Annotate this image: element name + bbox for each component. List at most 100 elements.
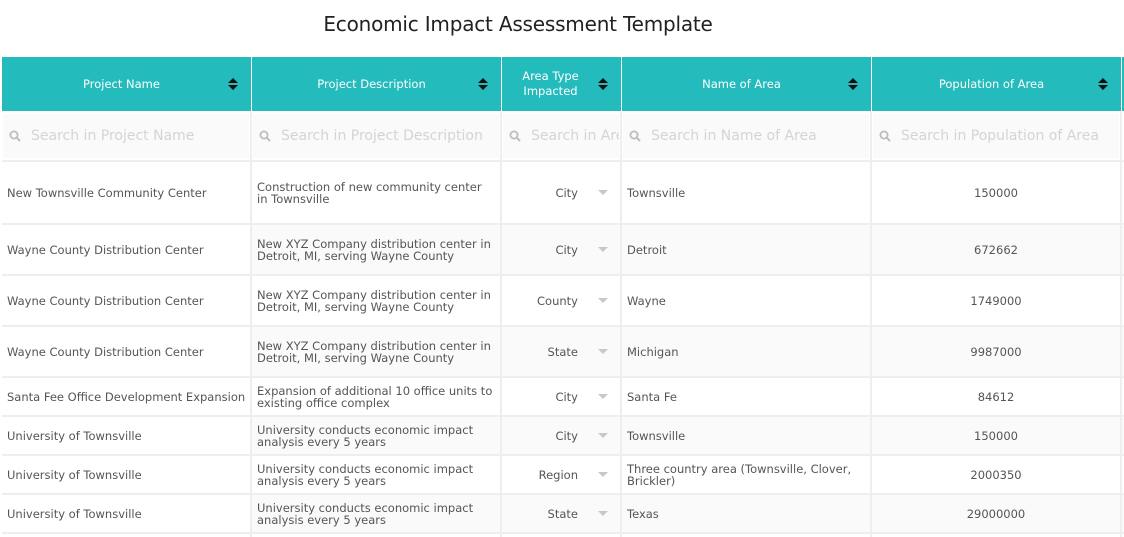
cell-area-name[interactable]: Texas — [622, 495, 872, 532]
cell-description[interactable]: New XYZ Company distribution center in D… — [252, 225, 502, 274]
search-icon — [629, 130, 641, 142]
cell-project-name[interactable]: Wayne County Distribution Center — [2, 327, 252, 376]
filter-box — [503, 113, 619, 158]
filter-box — [623, 113, 869, 158]
column-header-label: Project Description — [317, 76, 426, 91]
search-icon — [259, 130, 271, 142]
sort-icon[interactable] — [847, 76, 859, 92]
filter-box — [253, 113, 499, 158]
cell-project-name[interactable]: University of Townsville — [2, 495, 252, 532]
column-header-name-of-area[interactable]: Name of Area — [622, 57, 872, 111]
chevron-down-icon[interactable] — [598, 190, 608, 195]
cell-area-name[interactable]: Michigan — [622, 327, 872, 376]
cell-area-type-select[interactable]: City — [502, 225, 622, 274]
chevron-down-icon[interactable] — [598, 247, 608, 252]
sort-icon[interactable] — [227, 76, 239, 92]
table-row: Wayne County Distribution Center New XYZ… — [2, 276, 1124, 327]
cell-description[interactable]: University conducts economic impact anal… — [252, 495, 502, 532]
cell-area-type-select[interactable]: County — [502, 276, 622, 325]
filter-cell — [502, 111, 622, 160]
filter-cell — [252, 111, 502, 160]
sort-icon[interactable] — [1097, 76, 1109, 92]
table-row: Wayne County Distribution Center New XYZ… — [2, 225, 1124, 276]
cell-area-type-select[interactable]: State — [502, 495, 622, 532]
cell-population[interactable]: 9987000 — [872, 327, 1122, 376]
cell-area-name[interactable]: Townsville — [622, 162, 872, 223]
chevron-down-icon[interactable] — [598, 349, 608, 354]
area-type-value: Region — [538, 467, 578, 482]
filter-row — [2, 111, 1124, 162]
cell-area-type-select[interactable]: City — [502, 162, 622, 223]
cell-area-type-select[interactable]: City — [502, 417, 622, 454]
search-icon — [509, 130, 521, 142]
data-grid: Project Name Project Description Area Ty… — [2, 57, 1124, 537]
cell-population[interactable]: 150000 — [872, 162, 1122, 223]
column-header-project-description[interactable]: Project Description — [252, 57, 502, 111]
cell-project-name[interactable]: University of Townsville — [2, 417, 252, 454]
chevron-down-icon[interactable] — [598, 433, 608, 438]
cell-area-type-select[interactable]: State — [502, 327, 622, 376]
cell-population[interactable]: 29000000 — [872, 495, 1122, 532]
cell-area-type-select[interactable]: Region — [502, 456, 622, 493]
table-row: University of Townsville University cond… — [2, 495, 1124, 534]
column-header-population[interactable]: Population of Area — [872, 57, 1122, 111]
search-area-type-input[interactable] — [531, 127, 619, 144]
chevron-down-icon[interactable] — [598, 298, 608, 303]
table-row: University of Townsville University cond… — [2, 456, 1124, 495]
cell-project-name[interactable]: Wayne County Distribution Center — [2, 225, 252, 274]
header-row: Project Name Project Description Area Ty… — [2, 57, 1124, 111]
table-row: Santa Fee Office Development Expansion E… — [2, 378, 1124, 417]
cell-area-name[interactable]: Santa Fe — [622, 378, 872, 415]
cell-population[interactable]: 672662 — [872, 225, 1122, 274]
cell-description[interactable]: New XYZ Company distribution center in D… — [252, 276, 502, 325]
cell-description[interactable]: University conducts economic impact anal… — [252, 456, 502, 493]
cell-description[interactable]: Construction of new community center in … — [252, 162, 502, 223]
table-row: Wayne County Distribution Center New XYZ… — [2, 327, 1124, 378]
column-header-label: Name of Area — [702, 76, 781, 91]
search-icon — [879, 130, 891, 142]
area-type-value: State — [547, 344, 578, 359]
cell-area-name[interactable]: Detroit — [622, 225, 872, 274]
filter-cell — [872, 111, 1122, 160]
cell-area-name[interactable]: Wayne — [622, 276, 872, 325]
chevron-down-icon[interactable] — [598, 472, 608, 477]
cell-project-name[interactable]: Wayne County Distribution Center — [2, 276, 252, 325]
search-project-name-input[interactable] — [31, 127, 249, 144]
cell-population[interactable]: 1749000 — [872, 276, 1122, 325]
search-icon — [9, 130, 21, 142]
area-type-value: City — [555, 185, 578, 200]
column-header-area-type[interactable]: Area Type Impacted — [502, 57, 622, 111]
area-type-value: State — [547, 506, 578, 521]
filter-cell — [622, 111, 872, 160]
table-row: New Townsville Community Center Construc… — [2, 162, 1124, 225]
area-type-value: County — [537, 293, 578, 308]
cell-area-type-select[interactable]: City — [502, 378, 622, 415]
cell-area-name[interactable]: Townsville — [622, 417, 872, 454]
cell-project-name[interactable]: Santa Fee Office Development Expansion — [2, 378, 252, 415]
sort-icon[interactable] — [477, 76, 489, 92]
chevron-down-icon[interactable] — [598, 511, 608, 516]
column-header-label: Population of Area — [938, 76, 1045, 91]
column-header-project-name[interactable]: Project Name — [2, 57, 252, 111]
search-population-input[interactable] — [901, 127, 1119, 144]
cell-population[interactable]: 150000 — [872, 417, 1122, 454]
area-type-value: City — [555, 389, 578, 404]
chevron-down-icon[interactable] — [598, 394, 608, 399]
cell-area-name[interactable]: Three country area (Townsville, Clover, … — [622, 456, 872, 493]
search-name-of-area-input[interactable] — [651, 127, 869, 144]
page-title: Economic Impact Assessment Template — [323, 12, 713, 36]
cell-population[interactable]: 84612 — [872, 378, 1122, 415]
cell-description[interactable]: Expansion of additional 10 office units … — [252, 378, 502, 415]
cell-population[interactable]: 2000350 — [872, 456, 1122, 493]
cell-project-name[interactable]: University of Townsville — [2, 456, 252, 493]
area-type-value: City — [555, 242, 578, 257]
cell-description[interactable]: New XYZ Company distribution center in D… — [252, 327, 502, 376]
filter-box — [3, 113, 249, 158]
filter-box — [873, 113, 1119, 158]
cell-project-name[interactable]: New Townsville Community Center — [2, 162, 252, 223]
sort-icon[interactable] — [597, 76, 609, 92]
area-type-value: City — [555, 428, 578, 443]
table-row: University of Townsville University cond… — [2, 417, 1124, 456]
search-project-description-input[interactable] — [281, 127, 499, 144]
cell-description[interactable]: University conducts economic impact anal… — [252, 417, 502, 454]
